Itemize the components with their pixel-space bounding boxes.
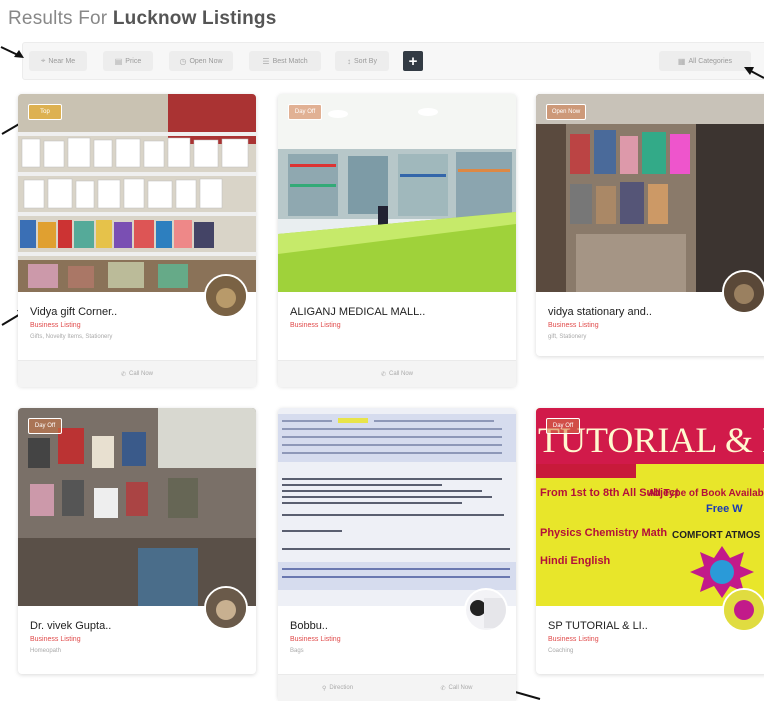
- phone-icon: ✆: [440, 685, 446, 692]
- sort-by-button[interactable]: ↕ Sort By: [335, 51, 389, 71]
- listing-category: Business Listing: [290, 322, 341, 329]
- best-match-button[interactable]: ☰ Best Match: [249, 51, 321, 71]
- listing-category: Business Listing: [30, 636, 81, 643]
- listing-image[interactable]: Day Off: [278, 94, 516, 292]
- price-icon: ▤: [114, 56, 123, 66]
- near-me-button[interactable]: ⌖ Near Me: [29, 51, 87, 71]
- banner-free-text: Free W: [706, 503, 743, 515]
- listing-name[interactable]: Dr. vivek Gupta..: [30, 620, 111, 632]
- listing-image[interactable]: TUTORIAL & LIBR From 1st to 8th All Subj…: [536, 408, 764, 606]
- call-now-button[interactable]: ✆ Call Now: [278, 361, 516, 387]
- card-footer: ✆ Call Now: [278, 360, 516, 387]
- listing-card[interactable]: Day Off Dr. vivek Gupta.. Business Listi…: [18, 408, 256, 674]
- call-now-button[interactable]: ✆ Call Now: [397, 675, 516, 701]
- direction-icon: ⚲: [321, 685, 327, 692]
- status-badge: Day Off: [546, 418, 580, 434]
- listing-tags: Bags: [290, 648, 304, 654]
- grid-icon: ▦: [677, 56, 686, 66]
- filter-icon: ☰: [262, 56, 270, 66]
- listing-category: Business Listing: [30, 322, 81, 329]
- listing-name[interactable]: ALIGANJ MEDICAL MALL..: [290, 306, 425, 318]
- card-footer: ⚲ Direction ✆ Call Now: [278, 674, 516, 701]
- clinic-photo: [18, 408, 256, 606]
- all-categories-dropdown[interactable]: ▦ All Categories: [659, 51, 751, 71]
- listing-tags: Gifts, Novelty Items, Stationery: [30, 334, 113, 340]
- annotation-arrow-categories: [744, 67, 764, 79]
- clock-icon: ◷: [179, 56, 187, 66]
- price-button[interactable]: ▤ Price: [103, 51, 153, 71]
- avatar: [722, 270, 764, 314]
- listing-image[interactable]: Top: [18, 94, 256, 292]
- add-filter-button[interactable]: +: [403, 51, 423, 71]
- listing-image[interactable]: Day Off: [18, 408, 256, 606]
- direction-button[interactable]: ⚲ Direction: [278, 675, 397, 701]
- filter-toolbar: ⌖ Near Me ▤ Price ◷ Open Now ☰ Best Match ↕ S…: [22, 42, 764, 80]
- banner-language-text: Hindi English: [540, 555, 611, 567]
- gift-shop-photo: [18, 94, 256, 292]
- annotation-arrow-toolbar: [0, 46, 24, 58]
- banner-physics-text: Physics Chemistry Math: [540, 527, 667, 539]
- medical-store-photo: [278, 94, 516, 292]
- listing-name[interactable]: Vidya gift Corner..: [30, 306, 117, 318]
- listing-category: Business Listing: [548, 636, 599, 643]
- sort-icon: ↕: [347, 56, 352, 66]
- listing-name[interactable]: Bobbu..: [290, 620, 328, 632]
- status-badge: Top: [28, 104, 62, 120]
- listing-category: Business Listing: [290, 636, 341, 643]
- card-footer: ✆ Call Now: [18, 360, 256, 387]
- avatar: [204, 586, 248, 630]
- document-screenshot-photo: [278, 408, 516, 606]
- page-title: Results For Lucknow Listings: [8, 8, 277, 29]
- listing-card[interactable]: TUTORIAL & LIBR From 1st to 8th All Subj…: [536, 408, 764, 674]
- open-now-button[interactable]: ◷ Open Now: [169, 51, 233, 71]
- avatar: [722, 588, 764, 632]
- listing-tags: Homeopath: [30, 648, 62, 654]
- tutorial-banner-photo: TUTORIAL & LIBR From 1st to 8th All Subj…: [536, 408, 764, 606]
- banner-books-text: All Type of Book Available: [648, 488, 764, 499]
- listing-tags: Coaching: [548, 648, 574, 654]
- avatar: [464, 588, 508, 632]
- listing-category: Business Listing: [548, 322, 599, 329]
- listing-card[interactable]: Day Off ALIGANJ MEDICAL MALL.. Business …: [278, 94, 516, 387]
- listing-card[interactable]: Bobbu.. Business Listing Bags ⚲ Direction…: [278, 408, 516, 701]
- status-badge: Day Off: [28, 418, 62, 434]
- location-icon: ⌖: [40, 56, 46, 65]
- avatar: [204, 274, 248, 318]
- listing-card[interactable]: Open Now vidya stationary and.. Business…: [536, 94, 764, 356]
- listing-image[interactable]: [278, 408, 516, 606]
- banner-comfort-text: COMFORT ATMOS: [672, 530, 761, 541]
- call-now-button[interactable]: ✆ Call Now: [18, 361, 256, 387]
- stationery-shop-photo: [536, 94, 764, 292]
- listing-name[interactable]: SP TUTORIAL & LI..: [548, 620, 648, 632]
- listing-tags: gift, Stationery: [548, 334, 587, 340]
- phone-icon: ✆: [120, 371, 126, 378]
- phone-icon: ✆: [380, 371, 386, 378]
- status-badge: Open Now: [546, 104, 586, 120]
- status-badge: Day Off: [288, 104, 322, 120]
- listing-name[interactable]: vidya stationary and..: [548, 306, 652, 318]
- listing-image[interactable]: Open Now: [536, 94, 764, 292]
- listing-card[interactable]: Top Vidya gift Corner.. Business Listing…: [18, 94, 256, 387]
